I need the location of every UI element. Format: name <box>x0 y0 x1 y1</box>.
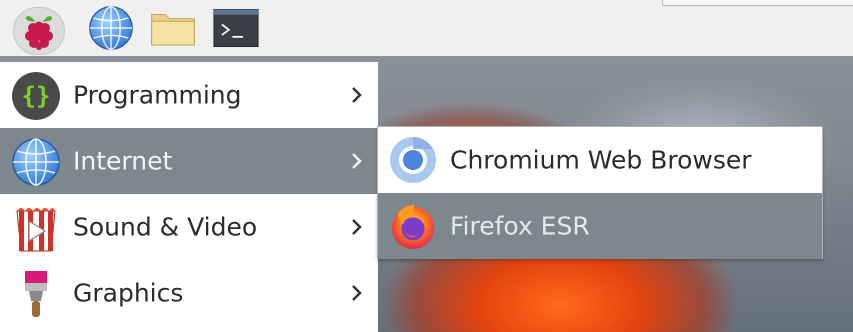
chevron-right-icon <box>352 87 362 103</box>
panel-widget-area <box>662 0 853 6</box>
submenu-item-label: Firefox ESR <box>450 211 590 241</box>
globe-icon <box>11 137 61 187</box>
applications-menu: {} Programming Internet Sound & Video Gr… <box>0 62 378 332</box>
menu-item-sound-video[interactable]: Sound & Video <box>0 194 378 260</box>
paintbrush-icon <box>11 269 61 319</box>
svg-text:{}: {} <box>22 82 51 110</box>
menu-item-label: Programming <box>73 80 242 110</box>
main-menu-button[interactable] <box>13 7 65 55</box>
chevron-right-icon <box>352 219 362 235</box>
submenu-item-firefox[interactable]: Firefox ESR <box>378 193 822 259</box>
menu-item-programming[interactable]: {} Programming <box>0 62 378 128</box>
globe-icon <box>89 6 133 50</box>
programming-icon: {} <box>11 71 61 121</box>
web-browser-launcher[interactable] <box>88 5 134 51</box>
menu-item-label: Sound & Video <box>73 212 258 242</box>
sound-video-icon <box>11 203 61 253</box>
top-panel <box>0 0 853 56</box>
chevron-right-icon <box>352 285 362 301</box>
menu-item-label: Internet <box>73 146 173 176</box>
menu-item-internet[interactable]: Internet <box>0 128 378 194</box>
raspberry-menu-icon <box>25 16 53 50</box>
submenu-item-label: Chromium Web Browser <box>450 145 752 175</box>
submenu-item-chromium[interactable]: Chromium Web Browser <box>378 127 822 193</box>
menu-item-label: Graphics <box>73 278 184 308</box>
chevron-right-icon <box>352 153 362 169</box>
folder-icon <box>151 13 195 46</box>
chromium-icon <box>388 135 438 185</box>
menu-item-graphics[interactable]: Graphics <box>0 260 378 326</box>
internet-submenu: Chromium Web Browser Firefox ESR <box>377 126 823 259</box>
terminal-launcher[interactable] <box>213 5 259 51</box>
terminal-icon <box>213 8 259 48</box>
firefox-icon <box>388 201 438 251</box>
file-manager-launcher[interactable] <box>150 5 196 51</box>
